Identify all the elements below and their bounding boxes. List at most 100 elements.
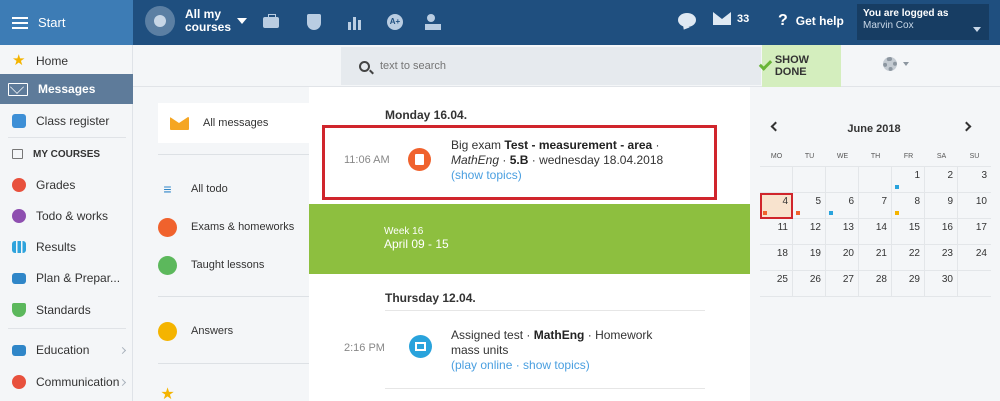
settings-dropdown[interactable]: [883, 57, 909, 71]
mail-icon: [713, 12, 731, 25]
calendar-day[interactable]: 3: [958, 167, 991, 193]
message-title: Test - measurement - area: [504, 138, 653, 152]
weekday-label: MO: [770, 153, 783, 160]
sidebar-item-grades[interactable]: Grades: [0, 174, 133, 196]
calendar-widget: June 2018 MO TU WE TH FR SA SU 1 2 3 4 5 6 7 8 9 10 11 12…: [750, 87, 1000, 401]
left-sidebar: ★ Home Messages Class register MY COURSE…: [0, 45, 133, 401]
calendar-day[interactable]: 18: [760, 245, 793, 271]
caret-down-icon: [903, 62, 909, 66]
search-box[interactable]: [341, 47, 761, 85]
calendar-grid: MO TU WE TH FR SA SU 1 2 3 4 5 6 7 8 9 10 11 12 13 14 15 16 17…: [760, 147, 991, 297]
calendar-day[interactable]: 5: [793, 193, 826, 219]
search-input[interactable]: [380, 60, 680, 72]
calendar-day[interactable]: 26: [793, 271, 826, 297]
sidebar-item-standards[interactable]: Standards: [0, 299, 133, 321]
calendar-day[interactable]: 4: [760, 193, 793, 219]
sidebar-item-messages[interactable]: Messages: [0, 74, 133, 104]
start-menu-button[interactable]: Start: [0, 0, 133, 45]
bar-chart-icon[interactable]: [346, 14, 364, 30]
calendar-week-row: 11 12 13 14 15 16 17: [760, 219, 991, 245]
calendar-day[interactable]: 6: [826, 193, 859, 219]
calendar-day[interactable]: 12: [793, 219, 826, 245]
weekday-label: SA: [936, 153, 947, 160]
category-exams[interactable]: Exams & homeworks: [158, 217, 309, 237]
mail-button[interactable]: 33: [713, 12, 749, 25]
message-item-highlighted[interactable]: 11:06 AM Big exam Test - measurement - a…: [322, 125, 717, 200]
category-all-todo[interactable]: ≡ All todo: [158, 179, 309, 199]
teacher-icon[interactable]: [425, 14, 443, 30]
calendar-month-title: June 2018: [847, 123, 901, 135]
category-taught[interactable]: Taught lessons: [158, 255, 309, 275]
message-subject: MathEng: [451, 153, 500, 167]
show-topics-link[interactable]: (show topics): [451, 168, 522, 182]
category-all-messages[interactable]: All messages: [158, 103, 309, 143]
hamburger-icon: [12, 16, 28, 29]
folder-icon: [12, 149, 23, 159]
event-dot: [796, 211, 800, 215]
exam-icon: [158, 217, 177, 237]
help-button[interactable]: ? Get help: [778, 12, 844, 30]
calendar-day[interactable]: 21: [859, 245, 892, 271]
calendar-day[interactable]: 28: [859, 271, 892, 297]
calendar-day[interactable]: 19: [793, 245, 826, 271]
calendar-week-row: 25 26 27 28 29 30: [760, 271, 991, 297]
calendar-day[interactable]: 25: [760, 271, 793, 297]
briefcase-icon[interactable]: [262, 13, 280, 30]
calendar-day[interactable]: 10: [958, 193, 991, 219]
sidebar-item-class-register[interactable]: Class register: [0, 110, 133, 132]
sidebar-item-label: Plan & Prepar...: [36, 271, 121, 285]
clock-icon: [12, 209, 26, 223]
sidebar-item-education[interactable]: Education: [0, 339, 133, 361]
shield-icon[interactable]: [305, 14, 323, 30]
calendar-day[interactable]: 20: [826, 245, 859, 271]
calendar-day[interactable]: 29: [892, 271, 925, 297]
calendar-day[interactable]: 30: [925, 271, 958, 297]
calendar-day[interactable]: 7: [859, 193, 892, 219]
show-done-button[interactable]: SHOW DONE: [758, 45, 841, 87]
list-check-icon: ≡: [163, 181, 172, 197]
category-partial-item[interactable]: ★: [158, 386, 309, 401]
calendar-week-row: 123: [760, 167, 991, 193]
calendar-day[interactable]: 2: [925, 167, 958, 193]
answers-chart-icon: [158, 321, 177, 341]
sidebar-item-communication[interactable]: Communication: [0, 371, 133, 393]
message-title: mass units: [451, 343, 509, 357]
week-band[interactable]: Week 16 April 09 - 15: [309, 204, 750, 274]
sidebar-item-todo[interactable]: Todo & works: [0, 205, 133, 227]
calendar-day[interactable]: 8: [892, 193, 925, 219]
calendar-day[interactable]: 9: [925, 193, 958, 219]
message-subject: MathEng: [533, 328, 585, 342]
search-icon: [359, 60, 370, 72]
calendar-day[interactable]: 16: [925, 219, 958, 245]
message-item[interactable]: 2:16 PM Assigned test · MathEng · Homewo…: [322, 321, 717, 396]
week-range: April 09 - 15: [384, 237, 449, 251]
calendar-day[interactable]: 1: [892, 167, 925, 193]
play-online-link[interactable]: (play online · show topics): [451, 358, 590, 372]
calendar-day[interactable]: 23: [925, 245, 958, 271]
book-icon: [12, 344, 26, 356]
calendar-day[interactable]: 14: [859, 219, 892, 245]
sidebar-item-home[interactable]: ★ Home: [0, 50, 133, 72]
message-class: 5.B: [509, 153, 529, 167]
category-label: Answers: [191, 325, 234, 337]
calendar-day[interactable]: 24: [958, 245, 991, 271]
account-caret-icon: [973, 27, 981, 32]
chat-icon[interactable]: [678, 13, 696, 27]
calendar-day[interactable]: 22: [892, 245, 925, 271]
calendar-day[interactable]: 11: [760, 219, 793, 245]
sidebar-item-results[interactable]: Results: [0, 236, 133, 258]
grade-a-plus-icon[interactable]: A+: [386, 14, 404, 30]
category-answers[interactable]: Answers: [158, 321, 309, 341]
calendar-day[interactable]: 27: [826, 271, 859, 297]
courses-selector[interactable]: All my courses: [145, 6, 247, 36]
calendar-day[interactable]: 13: [826, 219, 859, 245]
account-menu[interactable]: You are logged as Marvin Cox: [857, 4, 989, 40]
calendar-weekday-row: MO TU WE TH FR SA SU: [760, 147, 991, 167]
sidebar-item-plan[interactable]: Plan & Prepar...: [0, 267, 133, 289]
calendar-day[interactable]: 17: [958, 219, 991, 245]
calendar-empty-cell: [859, 167, 892, 193]
event-dot: [829, 211, 833, 215]
category-label: All todo: [191, 183, 228, 195]
calendar-day[interactable]: 15: [892, 219, 925, 245]
sidebar-item-label: Todo & works: [36, 209, 109, 223]
